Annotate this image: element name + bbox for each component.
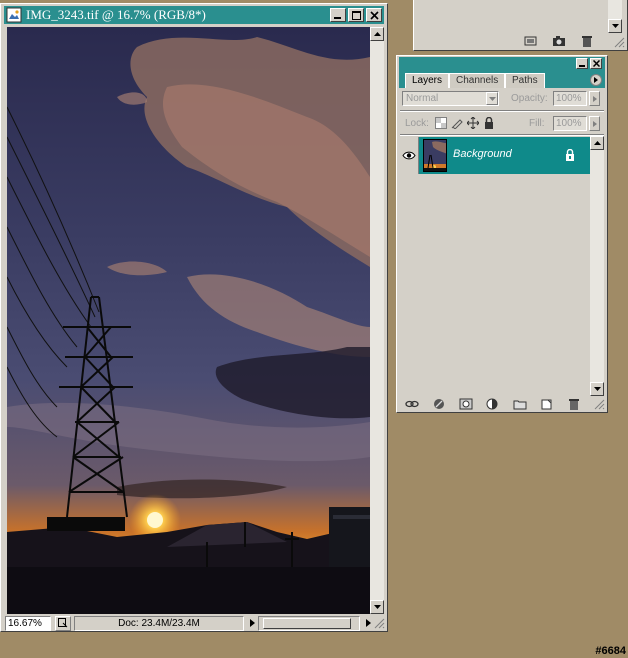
arrow-right-icon <box>594 77 598 83</box>
top-palette-scroll-down[interactable] <box>608 19 622 33</box>
status-menu-button[interactable] <box>246 616 258 631</box>
new-group-icon[interactable] <box>513 398 527 410</box>
blend-mode-value: Normal <box>406 93 439 104</box>
scroll-up-button[interactable] <box>370 27 384 41</box>
vertical-scrollbar[interactable] <box>370 27 384 614</box>
minimize-icon <box>334 17 341 19</box>
palette-close-button[interactable] <box>590 58 602 69</box>
arrow-down-icon <box>593 387 601 391</box>
new-snapshot-button[interactable] <box>524 35 538 47</box>
resize-grip-icon[interactable] <box>614 37 625 48</box>
document-window: IMG_3243.tif @ 16.7% (RGB/8*) 16.67% Doc… <box>0 3 388 632</box>
horizontal-scroll-thumb[interactable] <box>263 617 351 629</box>
fill-field[interactable]: 100% <box>553 116 587 131</box>
horizontal-scrollbar[interactable] <box>258 615 360 631</box>
status-info-button[interactable] <box>55 615 71 631</box>
scroll-down-button[interactable] <box>370 600 384 614</box>
document-title: IMG_3243.tif @ 16.7% (RGB/8*) <box>26 7 206 22</box>
palette-tabs: Layers Channels Paths <box>399 70 605 88</box>
document-info-icon <box>58 618 68 628</box>
fill-label: Fill: <box>529 118 545 129</box>
top-palette-footer <box>524 35 594 47</box>
eye-icon <box>401 151 416 160</box>
chevron-down-icon <box>488 96 496 101</box>
close-icon <box>369 10 379 20</box>
delete-state-button[interactable] <box>580 35 594 47</box>
layer-list: Background <box>399 136 590 396</box>
document-title-bar[interactable]: IMG_3243.tif @ 16.7% (RGB/8*) <box>4 6 384 24</box>
document-icon <box>524 36 537 46</box>
arrow-up-icon <box>593 141 601 145</box>
blend-mode-select[interactable]: Normal <box>402 91 499 106</box>
lock-transparency-icon[interactable] <box>435 117 447 129</box>
maximize-button[interactable] <box>348 8 364 22</box>
arrow-right-icon <box>592 120 597 127</box>
blend-opacity-row: Normal Opacity: 100% <box>401 90 604 108</box>
maximize-icon <box>351 10 361 20</box>
watermark-text: #6684 <box>595 645 626 657</box>
scroll-right-button[interactable] <box>362 616 374 631</box>
close-button[interactable] <box>366 8 382 22</box>
layers-palette-title-bar[interactable] <box>399 57 605 70</box>
opacity-slider-button[interactable] <box>589 91 600 106</box>
opacity-field[interactable]: 100% <box>553 91 587 106</box>
arrow-right-icon <box>249 619 255 627</box>
delete-layer-icon[interactable] <box>567 398 581 410</box>
new-layer-icon[interactable] <box>540 398 554 410</box>
top-palette-content <box>416 0 608 32</box>
camera-button[interactable] <box>552 35 566 47</box>
palette-minimize-button[interactable] <box>576 58 588 69</box>
fill-slider-button[interactable] <box>589 116 600 131</box>
layers-vertical-scrollbar[interactable] <box>590 136 604 396</box>
divider <box>400 110 604 112</box>
tab-layers[interactable]: Layers <box>405 73 450 88</box>
arrow-down-icon <box>611 24 619 28</box>
status-bar: 16.67% Doc: 23.4M/23.4M <box>5 615 385 631</box>
tab-paths[interactable]: Paths <box>505 73 545 88</box>
close-icon <box>592 60 600 67</box>
layer-name[interactable]: Background <box>453 148 512 160</box>
top-palette-scrollbar[interactable] <box>608 0 622 33</box>
photoshop-document-icon <box>6 7 22 23</box>
blend-mode-dropdown-arrow[interactable] <box>486 92 498 105</box>
layer-lock-icon <box>566 149 574 161</box>
link-layers-icon[interactable] <box>405 398 419 410</box>
adjustment-layer-icon[interactable] <box>486 398 500 410</box>
lock-position-icon[interactable] <box>467 117 479 129</box>
layer-style-icon[interactable] <box>432 398 446 410</box>
arrow-down-icon <box>373 605 381 609</box>
layer-thumbnail <box>423 139 447 172</box>
image-canvas[interactable] <box>7 27 370 614</box>
layers-scroll-down[interactable] <box>590 382 604 396</box>
arrow-up-icon <box>373 32 381 36</box>
lock-fill-row: Lock: Fill: 100% <box>401 115 604 133</box>
document-size-info: Doc: 23.4M/23.4M <box>74 615 244 631</box>
tab-channels[interactable]: Channels <box>449 73 506 88</box>
layers-footer-toolbar <box>399 397 589 411</box>
layers-scroll-up[interactable] <box>590 136 604 150</box>
minimize-icon <box>579 64 585 67</box>
lock-all-icon[interactable] <box>483 117 495 129</box>
palette-menu-button[interactable] <box>590 74 602 86</box>
sunset-photo <box>7 27 370 614</box>
lock-image-pixels-icon[interactable] <box>451 117 463 129</box>
trash-icon <box>582 36 592 47</box>
lock-label: Lock: <box>405 118 429 129</box>
layer-visibility-toggle[interactable] <box>399 137 419 174</box>
arrow-right-icon <box>592 95 597 102</box>
camera-icon <box>553 36 565 46</box>
resize-grip-icon[interactable] <box>594 399 605 410</box>
layer-mask-icon[interactable] <box>459 398 473 410</box>
minimize-button[interactable] <box>330 8 346 22</box>
resize-grip-icon[interactable] <box>374 618 385 629</box>
layer-row-background[interactable]: Background <box>399 137 590 174</box>
opacity-label: Opacity: <box>511 93 548 104</box>
layers-palette: Layers Channels Paths Normal Opacity: 10… <box>396 55 608 413</box>
zoom-level-field[interactable]: 16.67% <box>5 615 51 631</box>
arrow-right-icon <box>365 619 371 627</box>
top-palette <box>413 0 628 51</box>
